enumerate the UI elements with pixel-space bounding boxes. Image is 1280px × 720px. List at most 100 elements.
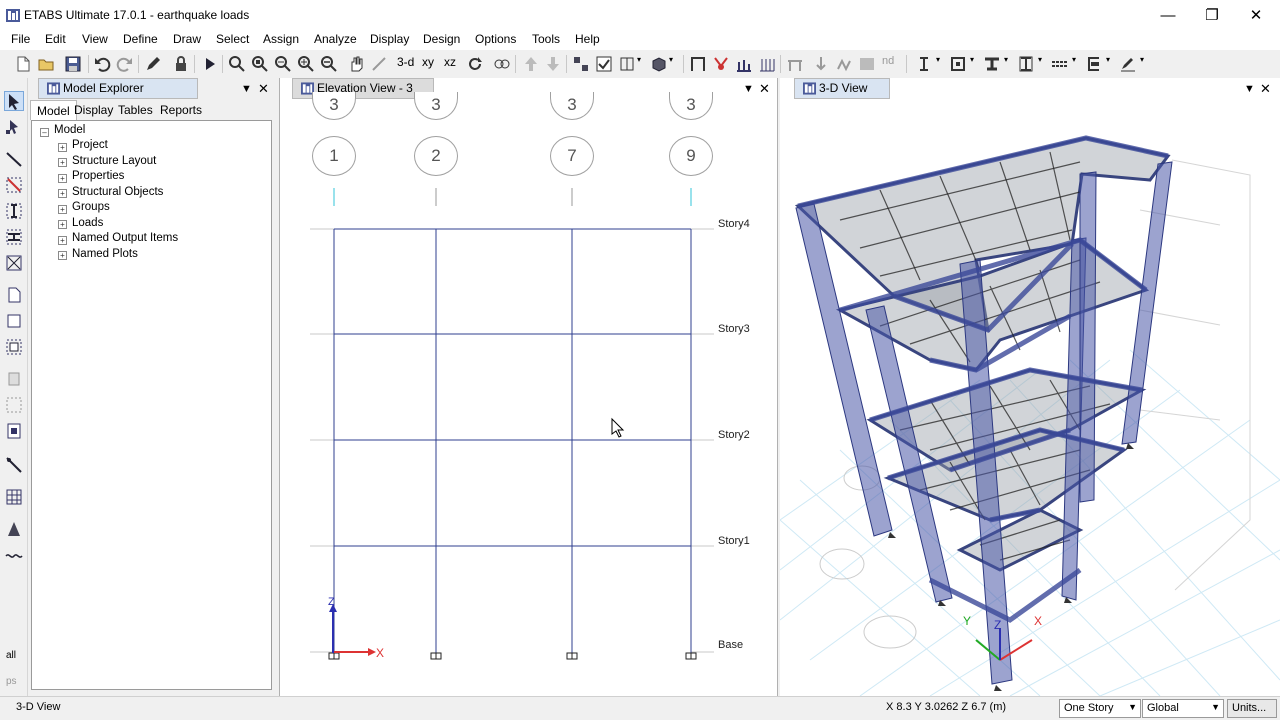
frame-design-dropdown-icon[interactable]: ▾ — [970, 55, 978, 73]
tree-item-project[interactable]: Project — [72, 139, 108, 151]
draw-brace-icon[interactable] — [5, 176, 23, 194]
draw-opening-icon[interactable] — [5, 338, 23, 356]
tab-reports[interactable]: Reports — [154, 100, 208, 120]
draw-spandrel-icon[interactable] — [5, 396, 23, 414]
undo-icon[interactable] — [93, 55, 111, 73]
expand-icon[interactable]: + — [58, 143, 67, 152]
line-icon[interactable] — [1051, 55, 1069, 73]
draw-floor-icon[interactable] — [5, 286, 23, 304]
shell-icon[interactable] — [858, 55, 876, 73]
tree-item-loads[interactable]: Loads — [72, 217, 103, 229]
panel-menu-dropdown-icon[interactable]: ▼ — [1244, 83, 1255, 95]
draw-pier-icon[interactable] — [5, 370, 23, 388]
perspective-icon[interactable] — [618, 55, 636, 73]
model-explorer-tab[interactable]: Model Explorer — [38, 78, 198, 99]
menu-assign[interactable]: Assign — [263, 32, 299, 46]
3d-view-window[interactable]: 3-D View ▼ ✕ X Y Z — [780, 78, 1280, 696]
select-all-icon[interactable]: all — [6, 650, 16, 661]
frame-design-icon[interactable] — [949, 55, 967, 73]
perspective-dropdown-icon[interactable]: ▾ — [637, 55, 645, 73]
menu-file[interactable]: File — [11, 32, 30, 46]
draw-column-icon[interactable] — [5, 202, 23, 220]
panel-close-icon[interactable]: ✕ — [258, 81, 269, 97]
label-nd[interactable]: nd — [882, 55, 900, 73]
panel-close-icon[interactable]: ✕ — [1260, 81, 1271, 97]
refresh-icon[interactable] — [466, 55, 484, 73]
panel-menu-dropdown-icon[interactable]: ▼ — [743, 83, 754, 95]
beam-icon[interactable] — [1017, 55, 1035, 73]
expand-icon[interactable]: + — [58, 220, 67, 229]
tree-item-named-output-items[interactable]: Named Output Items — [72, 232, 178, 244]
expand-icon[interactable]: + — [58, 251, 67, 260]
text-dropdown-icon[interactable]: ▾ — [936, 55, 944, 73]
open-icon[interactable] — [37, 55, 55, 73]
section-cut-icon[interactable] — [735, 55, 753, 73]
menu-define[interactable]: Define — [123, 32, 158, 46]
menu-select[interactable]: Select — [216, 32, 249, 46]
pen-dropdown-icon[interactable]: ▾ — [1140, 55, 1148, 73]
show-selected-icon[interactable] — [595, 55, 613, 73]
lock-icon[interactable] — [172, 55, 190, 73]
coordinate-system-select[interactable]: Global ▼ — [1142, 699, 1224, 718]
minimize-button[interactable]: — — [1146, 0, 1190, 30]
draw-beam-icon[interactable] — [5, 228, 23, 246]
zoom-restore-icon[interactable] — [251, 55, 269, 73]
pan-icon[interactable] — [347, 55, 365, 73]
text-icon[interactable] — [915, 55, 933, 73]
draw-frame-icon[interactable] — [5, 150, 23, 168]
beam-dropdown-icon[interactable]: ▾ — [1038, 55, 1046, 73]
joint-icon[interactable] — [786, 55, 804, 73]
panel-menu-dropdown-icon[interactable]: ▼ — [241, 83, 252, 95]
zoom-in-icon[interactable] — [297, 55, 315, 73]
draw-link-icon[interactable] — [5, 422, 23, 440]
draw-tendon-icon[interactable] — [5, 520, 23, 538]
pointer-icon[interactable] — [4, 91, 24, 111]
save-icon[interactable] — [64, 55, 82, 73]
redo-icon[interactable] — [116, 55, 134, 73]
tree-item-structure-layout[interactable]: Structure Layout — [72, 155, 156, 167]
restore-button[interactable]: ❐ — [1190, 0, 1234, 30]
move-down-icon[interactable] — [544, 55, 562, 73]
draw-dimension-icon[interactable] — [5, 488, 23, 506]
zoom-rubber-icon[interactable] — [228, 55, 246, 73]
menu-tools[interactable]: Tools — [532, 32, 560, 46]
clear-icon[interactable] — [1085, 55, 1103, 73]
move-up-icon[interactable] — [522, 55, 540, 73]
draw-wall-icon[interactable] — [5, 312, 23, 330]
menu-analyze[interactable]: Analyze — [314, 32, 357, 46]
draw-grid-icon[interactable] — [5, 456, 23, 474]
pen-draw-icon[interactable] — [144, 55, 162, 73]
set-display-icon[interactable] — [493, 55, 511, 73]
draw-wave-icon[interactable] — [5, 546, 23, 564]
view-3d-button[interactable]: 3-d — [397, 55, 419, 73]
section-icon[interactable] — [983, 55, 1001, 73]
tree-item-structural-objects[interactable]: Structural Objects — [72, 186, 163, 198]
expand-icon[interactable]: + — [58, 236, 67, 245]
menu-draw[interactable]: Draw — [173, 32, 201, 46]
new-model-icon[interactable] — [14, 55, 32, 73]
story-select[interactable]: One Story ▼ — [1059, 699, 1141, 718]
display-icon[interactable] — [835, 55, 853, 73]
menu-edit[interactable]: Edit — [45, 32, 66, 46]
panel-close-icon[interactable]: ✕ — [759, 81, 770, 97]
expand-icon[interactable]: + — [58, 158, 67, 167]
select-previous-icon[interactable]: ps — [6, 676, 17, 687]
units-button[interactable]: Units... — [1227, 699, 1277, 718]
line-dropdown-icon[interactable]: ▾ — [1072, 55, 1080, 73]
tab-tables[interactable]: Tables — [112, 100, 159, 120]
collapse-icon[interactable]: – — [40, 128, 49, 137]
menu-help[interactable]: Help — [575, 32, 600, 46]
run-analysis-icon[interactable] — [201, 55, 219, 73]
3d-view-tab[interactable]: 3-D View — [794, 78, 890, 99]
extrude-icon[interactable] — [650, 55, 668, 73]
object-shrink-icon[interactable] — [572, 55, 590, 73]
elevation-view-window[interactable]: Elevation View - 3 ▼ ✕ 3 3 3 3 1 2 7 9 S… — [279, 78, 778, 696]
expand-icon[interactable]: + — [58, 189, 67, 198]
menu-display[interactable]: Display — [370, 32, 409, 46]
pen-icon[interactable] — [1119, 55, 1137, 73]
zoom-prev-icon[interactable] — [274, 55, 292, 73]
reshape-icon[interactable] — [5, 118, 23, 136]
menu-design[interactable]: Design — [423, 32, 460, 46]
view-plan-button[interactable]: xy — [422, 55, 442, 73]
draw-cross-icon[interactable] — [5, 254, 23, 272]
